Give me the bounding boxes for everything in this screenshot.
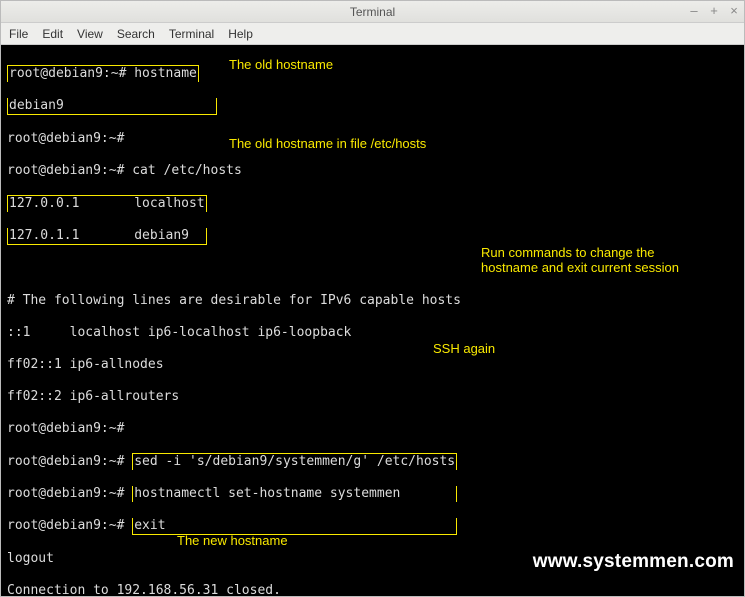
command-hostnamectl: hostnamectl set-hostname systemmen: [134, 486, 400, 501]
terminal-window: Terminal – + × File Edit View Search Ter…: [0, 0, 745, 597]
prompt: root@debian9:~#: [7, 454, 132, 469]
menu-terminal[interactable]: Terminal: [169, 27, 214, 41]
close-button[interactable]: ×: [728, 4, 740, 18]
output-hostname: debian9: [9, 98, 64, 113]
annotation-old-hostname: The old hostname: [229, 57, 333, 72]
window-title: Terminal: [350, 5, 395, 19]
prompt: root@debian9:~#: [7, 518, 132, 533]
menu-bar: File Edit View Search Terminal Help: [1, 23, 744, 45]
prompt: root@debian9:~#: [7, 486, 132, 501]
watermark: www.systemmen.com: [533, 554, 734, 570]
maximize-button[interactable]: +: [708, 4, 720, 18]
conn-closed: Connection to 192.168.56.31 closed.: [7, 583, 281, 596]
command-exit: exit: [134, 518, 165, 533]
command-hostname: hostname: [134, 66, 197, 81]
prompt: root@debian9:~#: [7, 131, 132, 146]
prompt: root@debian9:~#: [7, 163, 132, 178]
hosts-localhost: 127.0.0.1 localhost: [9, 196, 205, 211]
title-bar[interactable]: Terminal – + ×: [1, 1, 744, 23]
annotation-new-hostname: The new hostname: [177, 533, 288, 548]
menu-help[interactable]: Help: [228, 27, 253, 41]
command-cat-hosts: cat /etc/hosts: [132, 163, 242, 178]
terminal-content[interactable]: root@debian9:~# hostname debian9 root@de…: [1, 45, 744, 596]
ipv6-line3: ff02::2 ip6-allrouters: [7, 389, 179, 404]
ipv6-line1: ::1 localhost ip6-localhost ip6-loopback: [7, 325, 351, 340]
command-sed: sed -i 's/debian9/systemmen/g' /etc/host…: [134, 454, 455, 469]
minimize-button[interactable]: –: [688, 4, 700, 18]
hosts-debian: 127.0.1.1 debian9: [9, 228, 189, 243]
menu-edit[interactable]: Edit: [42, 27, 63, 41]
logout: logout: [7, 551, 54, 566]
annotation-run-cmds: Run commands to change the hostname and …: [481, 245, 679, 275]
annotation-ssh-again: SSH again: [433, 341, 495, 356]
window-controls: – + ×: [688, 4, 740, 18]
ipv6-comment: # The following lines are desirable for …: [7, 293, 461, 308]
prompt: root@debian9:~#: [9, 66, 134, 81]
ipv6-line2: ff02::1 ip6-allnodes: [7, 357, 164, 372]
annotation-old-hostname-hosts: The old hostname in file /etc/hosts: [229, 136, 426, 151]
menu-file[interactable]: File: [9, 27, 28, 41]
menu-search[interactable]: Search: [117, 27, 155, 41]
menu-view[interactable]: View: [77, 27, 103, 41]
prompt: root@debian9:~#: [7, 421, 132, 436]
